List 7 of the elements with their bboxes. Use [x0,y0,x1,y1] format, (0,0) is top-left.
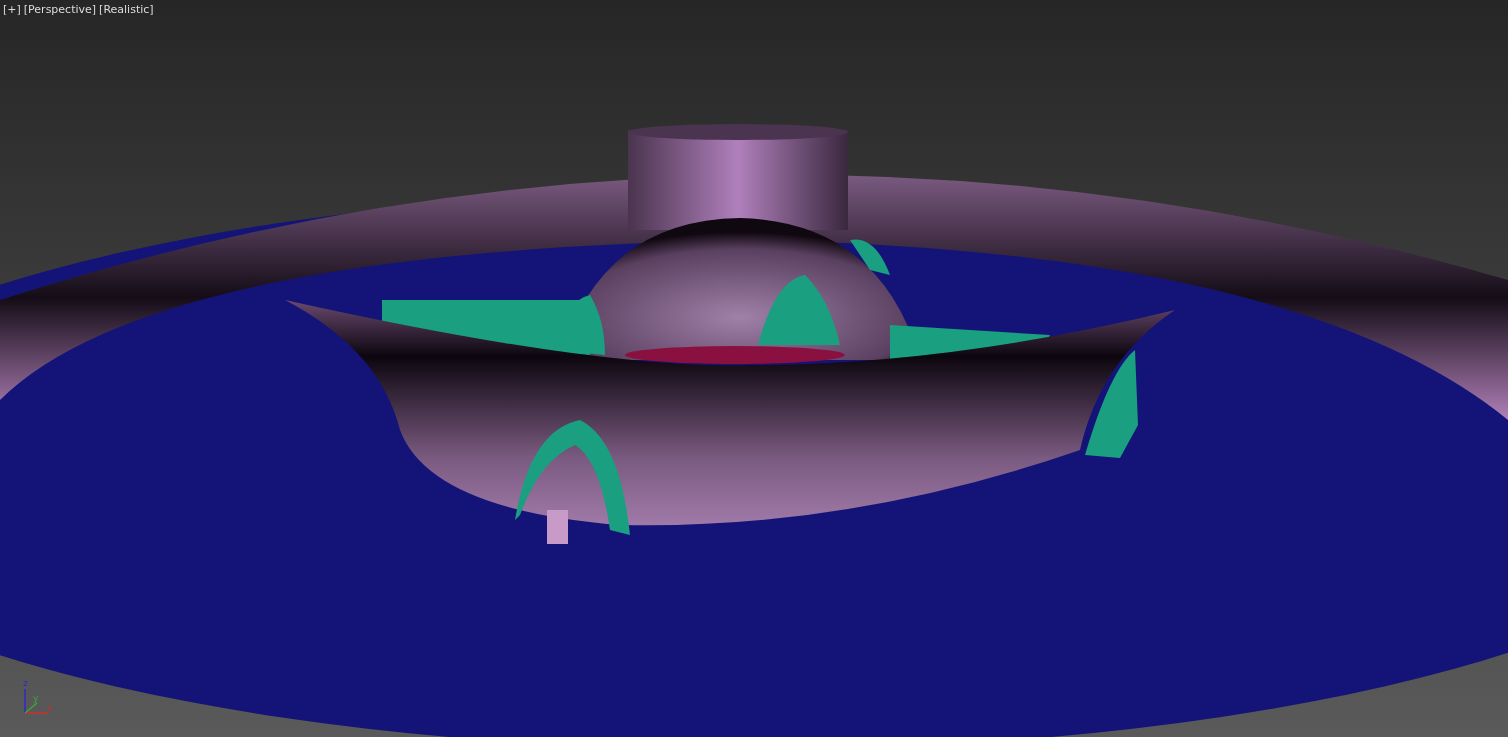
shading-mode-label[interactable]: [Realistic] [99,3,154,17]
axis-label: z [23,678,28,688]
viewport-menu-label[interactable]: [+] [3,3,21,17]
viewport-name-label[interactable]: [Perspective] [23,3,97,17]
axis-label: x [47,703,53,713]
axis-label: y [33,693,39,703]
axis-gizmo-icon [24,688,49,714]
